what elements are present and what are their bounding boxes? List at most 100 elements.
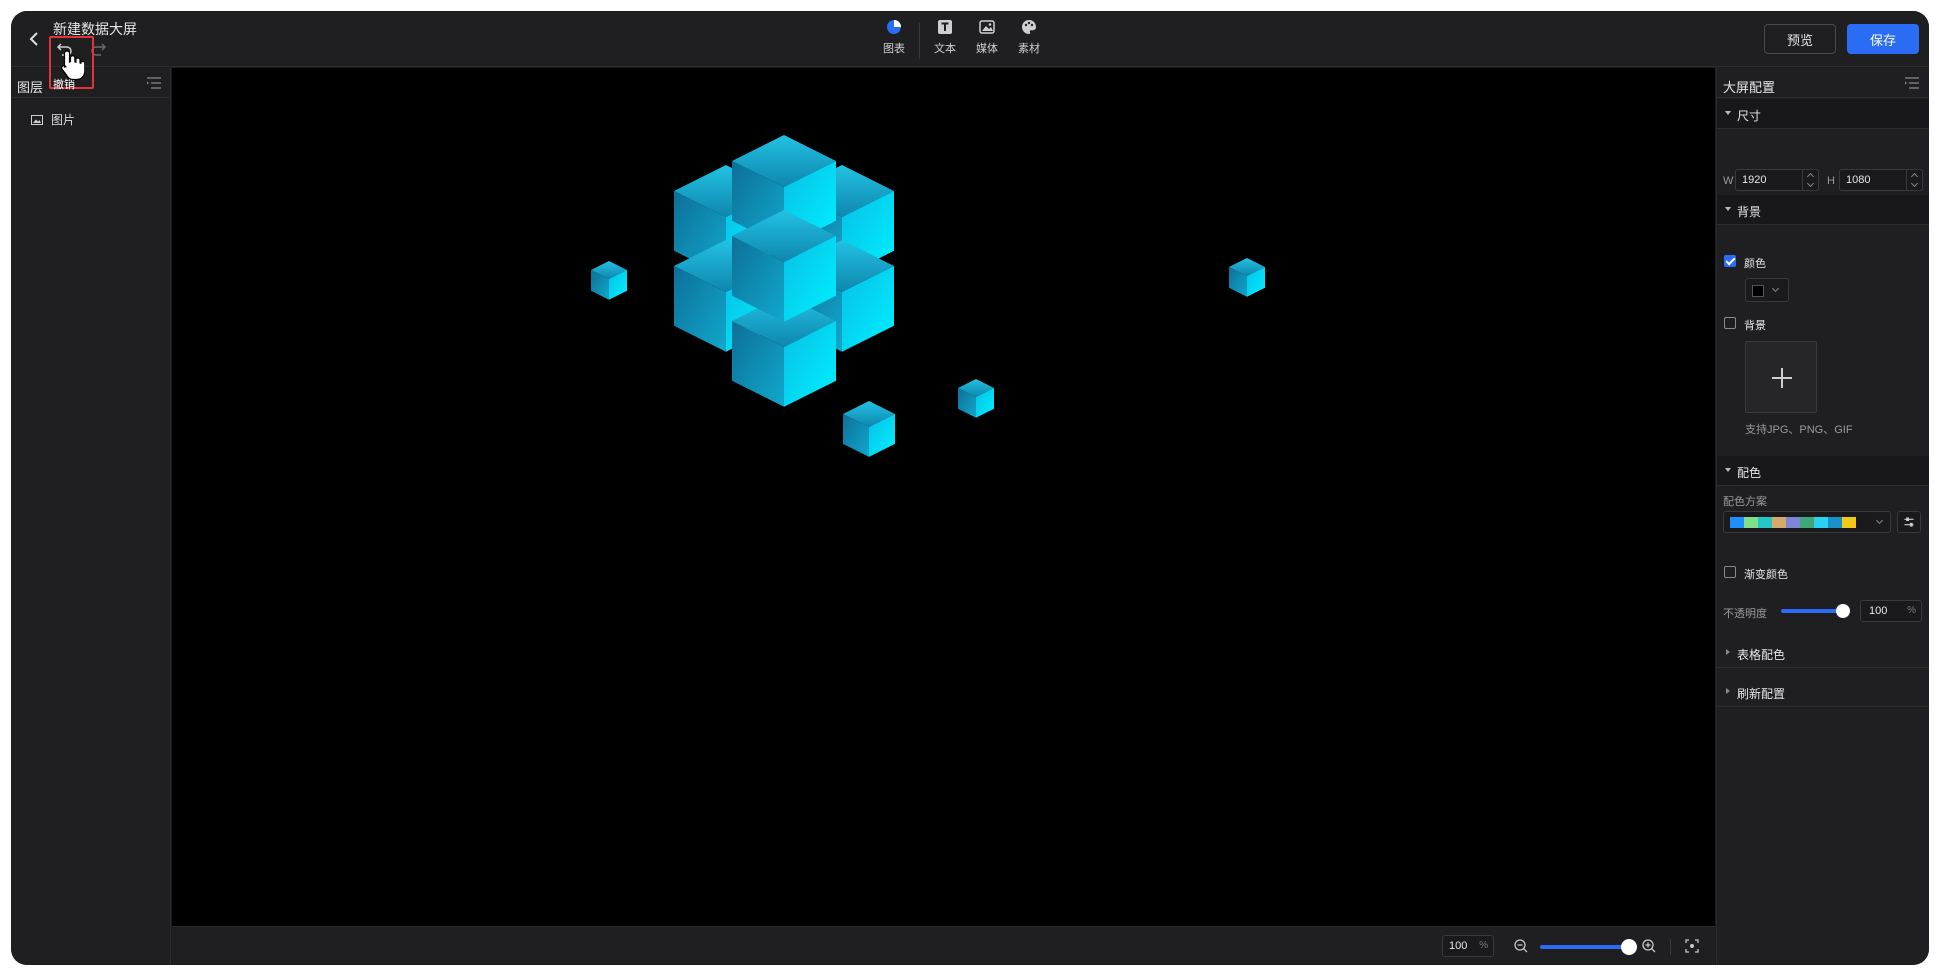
image-checkbox-label: 背景 xyxy=(1744,320,1766,332)
plus-icon xyxy=(1772,368,1792,388)
cube-shape xyxy=(843,401,895,457)
scheme-color-chip xyxy=(1786,517,1800,528)
pie-chart-icon xyxy=(887,20,901,34)
layer-item-label: 图片 xyxy=(51,113,76,127)
scheme-color-chip xyxy=(1842,517,1856,528)
opacity-value: 100 xyxy=(1869,605,1888,617)
scheme-color-chip xyxy=(1814,517,1828,528)
opacity-slider-handle[interactable] xyxy=(1836,604,1850,618)
hand-cursor-icon xyxy=(61,50,85,81)
section-background-header[interactable]: 背景 xyxy=(1717,195,1929,225)
color-picker[interactable] xyxy=(1745,278,1789,302)
color-swatch xyxy=(1752,285,1764,297)
image-icon xyxy=(979,20,995,34)
width-stepper[interactable] xyxy=(1802,170,1818,190)
scheme-color-chip xyxy=(1800,517,1814,528)
image-icon xyxy=(31,114,43,125)
list-menu-icon[interactable] xyxy=(1905,77,1919,89)
section-background-label: 背景 xyxy=(1737,205,1762,219)
config-header: 大屏配置 xyxy=(1717,68,1929,98)
height-stepper[interactable] xyxy=(1906,170,1922,190)
canvas-status-bar: 100 % xyxy=(172,926,1715,965)
zoom-slider[interactable] xyxy=(1540,945,1630,949)
opacity-slider[interactable] xyxy=(1781,609,1843,613)
color-scheme-select[interactable] xyxy=(1723,511,1891,533)
scheme-label: 配色方案 xyxy=(1723,496,1767,508)
tool-assets[interactable]: 素材 xyxy=(1008,19,1050,63)
caret-down-icon xyxy=(1725,468,1731,472)
opacity-label: 不透明度 xyxy=(1723,608,1767,620)
gradient-checkbox-label: 渐变颜色 xyxy=(1744,569,1788,581)
scheme-color-chip xyxy=(1772,517,1786,528)
tool-media-label: 媒体 xyxy=(976,43,998,55)
cube-shape xyxy=(1229,258,1265,297)
scheme-color-chip xyxy=(1758,517,1772,528)
section-palette-label: 配色 xyxy=(1737,466,1762,480)
sliders-icon[interactable] xyxy=(1897,511,1921,533)
palette-icon xyxy=(1022,20,1036,34)
tool-divider xyxy=(919,23,920,59)
layers-panel: 图层 图片 xyxy=(11,68,171,965)
tool-text[interactable]: 文本 xyxy=(924,19,966,63)
section-table-palette-label: 表格配色 xyxy=(1737,648,1786,662)
zoom-slider-handle[interactable] xyxy=(1621,939,1637,955)
height-input[interactable]: 1080 xyxy=(1839,169,1923,191)
chevron-down-icon xyxy=(1771,284,1780,293)
zoom-unit: % xyxy=(1479,940,1488,951)
fit-screen-icon[interactable] xyxy=(1685,939,1699,953)
color-checkbox-label: 颜色 xyxy=(1744,258,1766,270)
caret-down-icon xyxy=(1725,111,1731,115)
cube-shape xyxy=(958,379,994,418)
cube-shape xyxy=(591,261,627,300)
scheme-color-chip xyxy=(1744,517,1758,528)
config-title: 大屏配置 xyxy=(1723,80,1776,95)
scheme-color-chip xyxy=(1730,517,1744,528)
zoom-value: 100 xyxy=(1449,940,1468,952)
layers-title: 图层 xyxy=(17,80,44,95)
save-button[interactable]: 保存 xyxy=(1847,24,1919,54)
section-table-palette-header[interactable]: 表格配色 xyxy=(1717,638,1929,668)
upload-hint: 支持JPG、PNG、GIF xyxy=(1745,424,1853,436)
tool-chart[interactable]: 图表 xyxy=(873,19,915,63)
list-menu-icon[interactable] xyxy=(147,77,161,89)
status-divider xyxy=(1670,939,1671,955)
section-size-header[interactable]: 尺寸 xyxy=(1717,99,1929,129)
design-canvas[interactable] xyxy=(172,68,1715,926)
scheme-color-chip xyxy=(1828,517,1842,528)
zoom-in-icon[interactable] xyxy=(1642,939,1656,953)
scheme-color-strip xyxy=(1730,517,1856,528)
height-value: 1080 xyxy=(1846,174,1871,186)
insert-tools: 图表 文本 媒体 素材 xyxy=(873,19,1050,63)
opacity-input[interactable]: 100 % xyxy=(1860,600,1922,622)
preview-button[interactable]: 预览 xyxy=(1764,24,1836,54)
chevron-down-icon xyxy=(1875,516,1884,525)
editor-window: 新建数据大屏 撤销 图表 文本 媒体 素材 预览 保存 图层 图片 100 % … xyxy=(11,11,1929,965)
screen-config-panel: 大屏配置 尺寸 W 1920 H 1080 背景 颜色 背景 支持JPG、PNG… xyxy=(1716,68,1929,965)
tool-text-label: 文本 xyxy=(934,43,956,55)
section-size-label: 尺寸 xyxy=(1737,109,1762,123)
top-toolbar: 新建数据大屏 撤销 图表 文本 媒体 素材 预览 保存 xyxy=(11,11,1929,91)
image-checkbox[interactable] xyxy=(1724,317,1736,329)
width-label: W xyxy=(1723,175,1734,187)
section-refresh-header[interactable]: 刷新配置 xyxy=(1717,677,1929,707)
gradient-checkbox[interactable] xyxy=(1724,566,1736,578)
caret-right-icon xyxy=(1726,688,1730,694)
caret-right-icon xyxy=(1726,649,1730,655)
cube-cluster-image[interactable] xyxy=(172,68,1715,926)
tool-assets-label: 素材 xyxy=(1018,43,1040,55)
color-checkbox[interactable] xyxy=(1724,255,1736,267)
width-input[interactable]: 1920 xyxy=(1735,169,1819,191)
section-refresh-label: 刷新配置 xyxy=(1737,687,1786,701)
zoom-input[interactable]: 100 % xyxy=(1442,935,1494,957)
back-arrow-icon[interactable] xyxy=(25,29,45,49)
caret-down-icon xyxy=(1725,207,1731,211)
opacity-unit: % xyxy=(1907,605,1916,616)
tool-chart-label: 图表 xyxy=(883,43,905,55)
height-label: H xyxy=(1827,175,1835,187)
zoom-out-icon[interactable] xyxy=(1514,939,1528,953)
text-icon xyxy=(938,20,952,34)
upload-background-button[interactable] xyxy=(1745,341,1817,413)
section-palette-header[interactable]: 配色 xyxy=(1717,456,1929,486)
tool-media[interactable]: 媒体 xyxy=(966,19,1008,63)
layer-item-image[interactable]: 图片 xyxy=(31,111,75,128)
